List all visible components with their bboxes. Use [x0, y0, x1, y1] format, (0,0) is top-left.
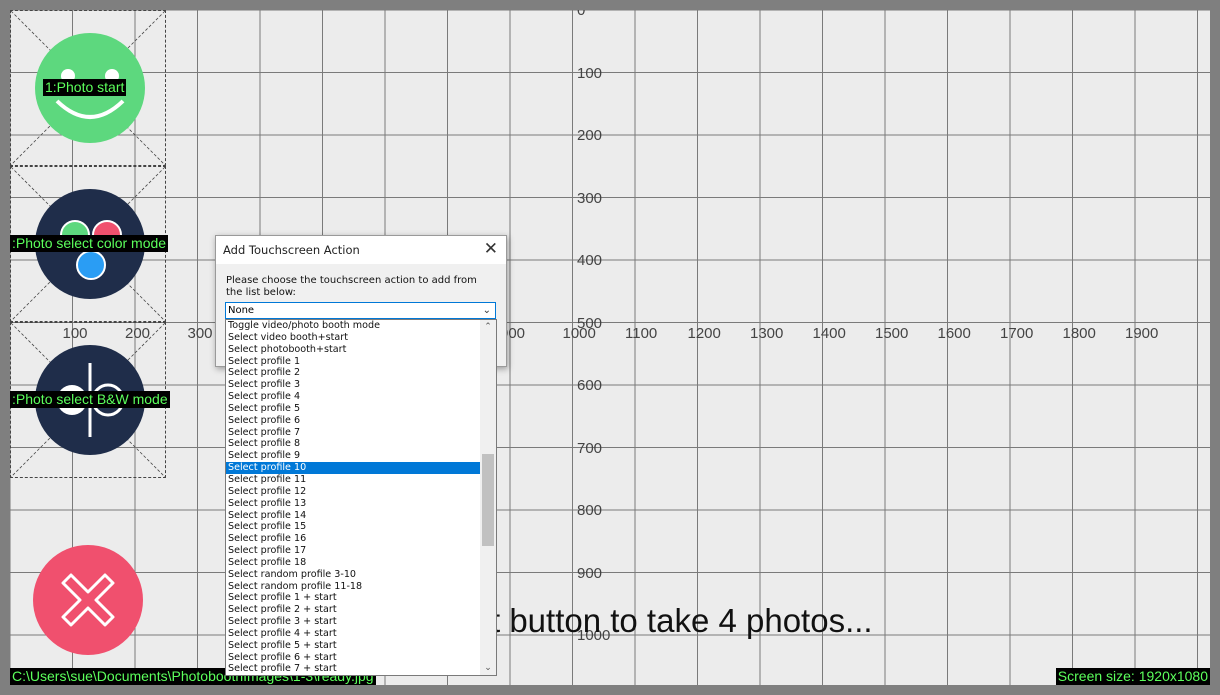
dialog-titlebar: Add Touchscreen Action ✕: [216, 236, 506, 264]
screen-size-status: Screen size: 1920x1080: [1055, 668, 1210, 685]
list-item[interactable]: Select profile 8: [226, 438, 481, 450]
y-axis-label: 900: [577, 564, 603, 582]
touch-label-color-mode: :Photo select color mode: [10, 235, 169, 252]
scroll-up-icon[interactable]: ⌃: [480, 320, 496, 334]
list-item[interactable]: Select profile 5 + start: [226, 640, 481, 652]
list-item[interactable]: Select profile 15: [226, 521, 481, 533]
list-item[interactable]: Select random profile 3-10: [226, 569, 481, 581]
list-item[interactable]: Select profile 3: [226, 379, 481, 391]
y-axis-label: 700: [577, 439, 603, 457]
action-options: Toggle video/photo booth mode Select vide…: [226, 320, 496, 675]
list-item[interactable]: Select profile 9: [226, 450, 481, 462]
list-item[interactable]: Select random profile 11-18: [226, 581, 481, 593]
y-axis-label: 100: [577, 64, 603, 82]
action-select-value: None: [228, 305, 255, 316]
scroll-thumb[interactable]: [482, 454, 494, 546]
x-axis-label: 1500: [875, 325, 909, 342]
list-item[interactable]: Select profile 2: [226, 367, 481, 379]
cancel-button[interactable]: [33, 545, 143, 655]
list-item[interactable]: Select profile 11: [226, 474, 481, 486]
y-axis-label: 200: [577, 127, 603, 144]
dialog-title: Add Touchscreen Action: [223, 243, 360, 257]
action-select[interactable]: None ⌄: [225, 302, 496, 319]
list-item[interactable]: Select profile 1: [226, 356, 481, 368]
list-item[interactable]: Select profile 17: [226, 545, 481, 557]
list-item[interactable]: Select profile 16: [226, 533, 481, 545]
x-axis-label: 1700: [1000, 325, 1034, 342]
list-item[interactable]: Select profile 4: [226, 391, 481, 403]
list-item[interactable]: Select video booth+start: [226, 332, 481, 344]
layout-canvas[interactable]: 01002003004005006007008009001000 0100200…: [10, 10, 1210, 685]
list-item[interactable]: Select profile 14: [226, 510, 481, 522]
list-item[interactable]: Select profile 5: [226, 403, 481, 415]
list-item[interactable]: Select profile 10: [226, 462, 481, 474]
list-item[interactable]: Select profile 6 + start: [226, 652, 481, 664]
close-icon[interactable]: ✕: [484, 239, 498, 259]
list-item[interactable]: Toggle video/photo booth mode: [226, 320, 481, 332]
list-item[interactable]: Select profile 1 + start: [226, 592, 481, 604]
list-item[interactable]: Select profile 6: [226, 415, 481, 427]
list-item[interactable]: Select profile 7 + start: [226, 663, 481, 675]
list-item[interactable]: Select profile 18: [226, 557, 481, 569]
x-axis-label: 1400: [812, 325, 846, 342]
x-axis-label: 1100: [625, 325, 658, 342]
list-item[interactable]: Select profile 7: [226, 427, 481, 439]
close-icon: [33, 545, 143, 655]
x-axis-label: 1900: [1125, 325, 1159, 342]
list-item[interactable]: Select profile 3 + start: [226, 616, 481, 628]
list-scrollbar[interactable]: ⌃ ⌄: [480, 320, 496, 675]
y-axis-label: 600: [577, 377, 603, 394]
list-item[interactable]: Select profile 12: [226, 486, 481, 498]
touch-label-photo-start: 1:Photo start: [43, 79, 127, 96]
y-axis-label: 300: [577, 189, 603, 207]
list-item[interactable]: Select profile 2 + start: [226, 604, 481, 616]
list-item[interactable]: Select profile 4 + start: [226, 628, 481, 640]
x-axis-label: 300: [187, 325, 213, 342]
action-dropdown-list[interactable]: Toggle video/photo booth mode Select vide…: [225, 319, 497, 676]
scroll-down-icon[interactable]: ⌄: [480, 661, 496, 675]
x-axis-label: 1800: [1062, 325, 1096, 342]
chevron-down-icon[interactable]: ⌄: [483, 303, 491, 318]
list-item[interactable]: Select photobooth+start: [226, 344, 481, 356]
dialog-prompt: Please choose the touchscreen action to …: [226, 275, 477, 298]
list-item[interactable]: Select profile 13: [226, 498, 481, 510]
y-axis-label: 400: [577, 252, 603, 269]
y-axis-label: 800: [577, 502, 603, 519]
y-axis-label: 0: [577, 10, 586, 19]
touch-label-bw-mode: :Photo select B&W mode: [10, 391, 170, 408]
instruction-text: rt button to take 4 photos...: [480, 602, 873, 639]
x-axis-label: 1600: [937, 325, 971, 342]
x-axis-label: 1000: [562, 325, 596, 342]
x-axis-label: 1200: [687, 325, 721, 342]
x-axis-label: 1300: [750, 325, 784, 342]
